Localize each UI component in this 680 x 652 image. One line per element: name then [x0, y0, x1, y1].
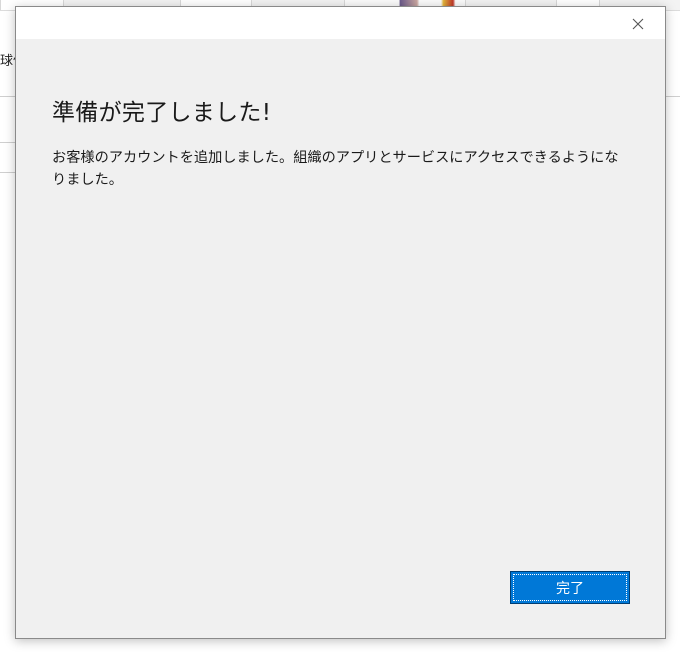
dialog-message: お客様のアカウントを追加しました。組織のアプリとサービスにアクセスできるようにな…	[52, 150, 619, 188]
background-divider	[666, 96, 680, 97]
close-button[interactable]	[621, 13, 655, 35]
account-added-dialog: 準備が完了しました! お客様のアカウントを追加しました。組織のアプリとサービスに…	[15, 6, 666, 639]
dialog-heading: 準備が完了しました!	[52, 100, 272, 126]
dialog-titlebar	[16, 7, 665, 39]
close-icon	[632, 18, 644, 30]
done-button[interactable]: 完了	[510, 571, 630, 604]
background-divider	[0, 172, 16, 173]
background-divider	[0, 142, 16, 143]
background-divider	[0, 96, 16, 97]
